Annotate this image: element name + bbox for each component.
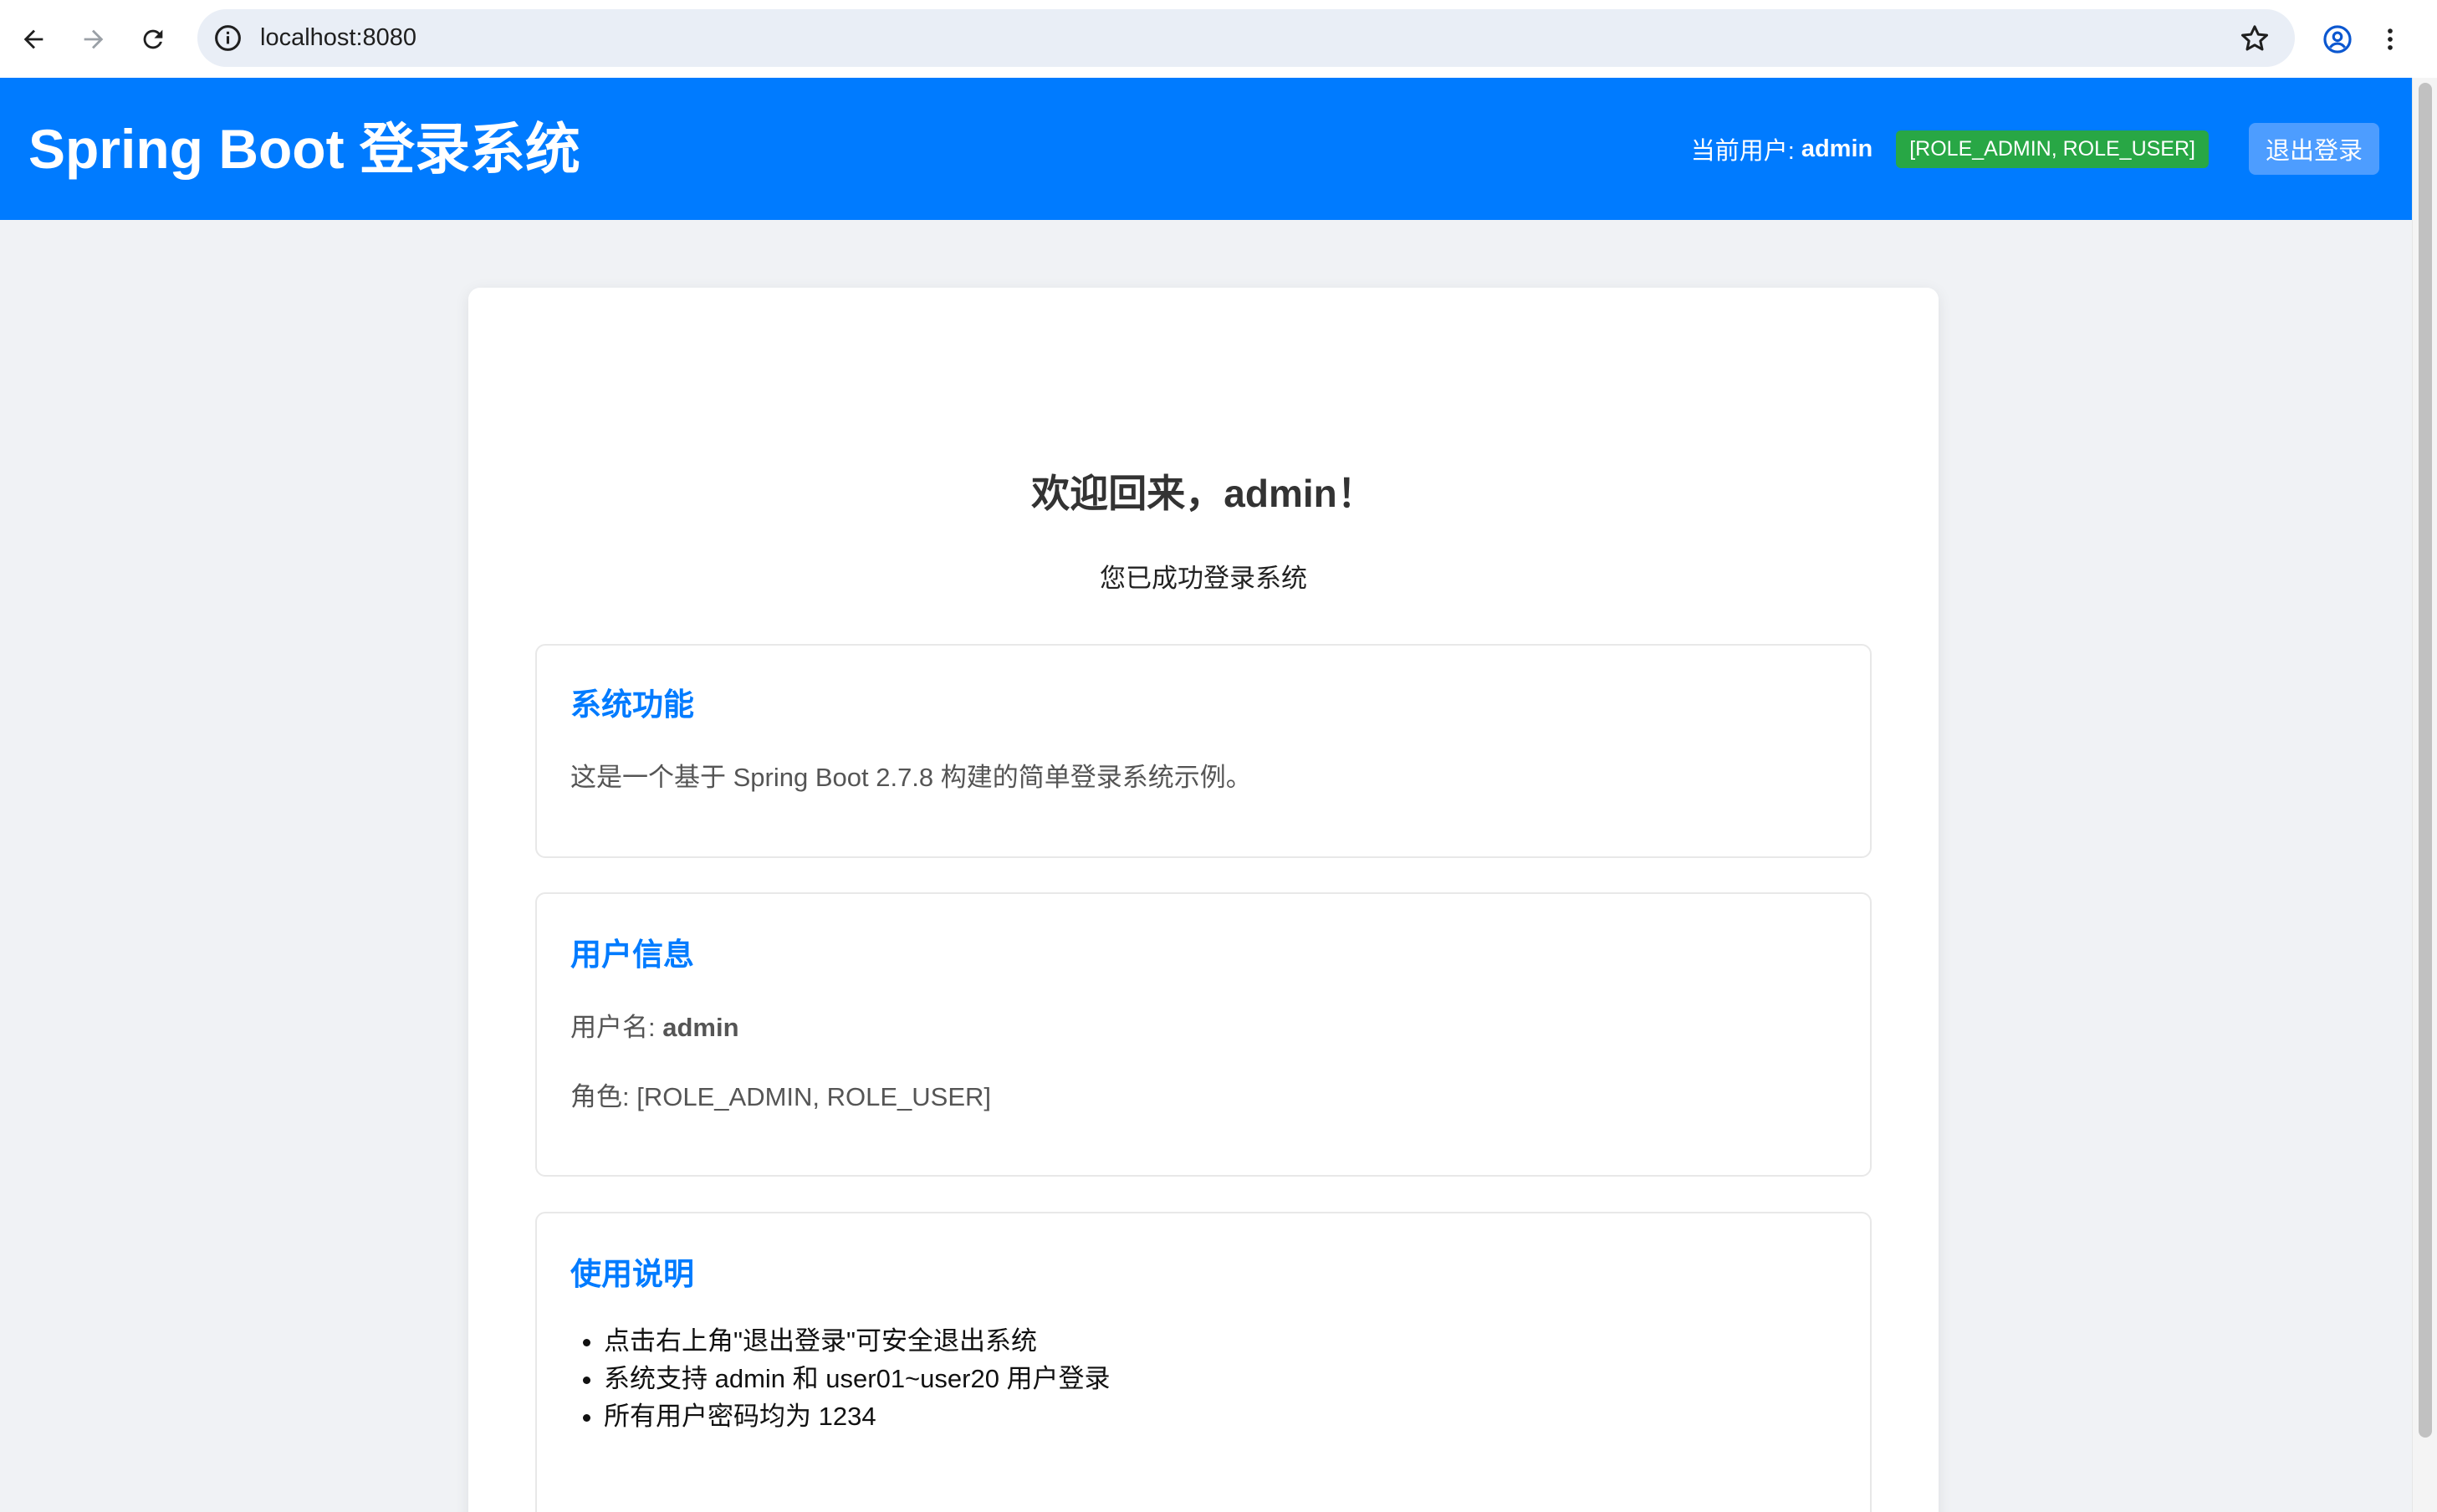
list-item: 点击右上角"退出登录"可安全退出系统	[604, 1322, 1111, 1360]
page-viewport: Spring Boot 登录系统 当前用户: admin [ROLE_ADMIN…	[0, 78, 2412, 1512]
info-icon[interactable]	[212, 23, 243, 54]
forward-button[interactable]	[71, 17, 116, 62]
section-title: 使用说明	[570, 1257, 694, 1291]
user-info-section: 用户信息 用户名: admin 角色: [ROLE_ADMIN, ROLE_US…	[535, 892, 1872, 1177]
reload-icon	[143, 29, 163, 49]
star-icon[interactable]	[2238, 22, 2271, 55]
username-label: 用户名:	[570, 1013, 656, 1042]
browser-menu-button[interactable]	[2375, 17, 2405, 62]
app-title: Spring Boot 登录系统	[28, 118, 580, 180]
page-scrollbar[interactable]	[2412, 78, 2437, 1512]
back-arrow-icon	[23, 29, 43, 49]
profile-button[interactable]	[2315, 17, 2360, 62]
browser-toolbar: localhost:8080	[0, 0, 2437, 78]
role-value: [ROLE_ADMIN, ROLE_USER]	[636, 1082, 992, 1111]
username-row: 用户名: admin	[570, 1006, 739, 1044]
user-info: 当前用户: admin [ROLE_ADMIN, ROLE_USER] 退出登录	[1691, 78, 2379, 220]
logout-button[interactable]: 退出登录	[2248, 123, 2379, 175]
role-badge: [ROLE_ADMIN, ROLE_USER]	[1896, 130, 2209, 168]
url-text[interactable]: localhost:8080	[260, 9, 416, 67]
section-title: 系统功能	[570, 687, 694, 722]
usage-list: 点击右上角"退出登录"可安全退出系统 系统支持 admin 和 user01~u…	[570, 1322, 1111, 1435]
role-row: 角色: [ROLE_ADMIN, ROLE_USER]	[570, 1075, 991, 1113]
list-item: 所有用户密码均为 1234	[604, 1397, 1111, 1435]
role-label: 角色:	[570, 1082, 630, 1111]
usage-section: 使用说明 点击右上角"退出登录"可安全退出系统 系统支持 admin 和 use…	[535, 1212, 1872, 1512]
menu-dots-icon	[2388, 28, 2393, 50]
username-value: admin	[662, 1013, 739, 1042]
system-features-section: 系统功能 这是一个基于 Spring Boot 2.7.8 构建的简单登录系统示…	[535, 644, 1872, 858]
section-title: 用户信息	[570, 937, 694, 972]
welcome-card: 欢迎回来，admin！ 您已成功登录系统 系统功能 这是一个基于 Spring …	[468, 288, 1939, 1512]
current-user-label: 当前用户:	[1690, 138, 1795, 165]
list-item: 系统支持 admin 和 user01~user20 用户登录	[604, 1360, 1111, 1397]
address-bar[interactable]: localhost:8080	[197, 9, 2295, 67]
welcome-subtitle: 您已成功登录系统	[1100, 564, 1307, 593]
system-features-text: 这是一个基于 Spring Boot 2.7.8 构建的简单登录系统示例。	[570, 763, 1252, 792]
current-user-name: admin	[1801, 135, 1873, 162]
profile-icon	[2323, 25, 2352, 54]
back-button[interactable]	[11, 17, 56, 62]
forward-arrow-icon	[84, 29, 104, 49]
app-header: Spring Boot 登录系统 当前用户: admin [ROLE_ADMIN…	[0, 78, 2412, 220]
reload-button[interactable]	[130, 17, 176, 62]
scrollbar-thumb[interactable]	[2419, 83, 2432, 1438]
welcome-title: 欢迎回来，admin！	[1031, 472, 1376, 515]
